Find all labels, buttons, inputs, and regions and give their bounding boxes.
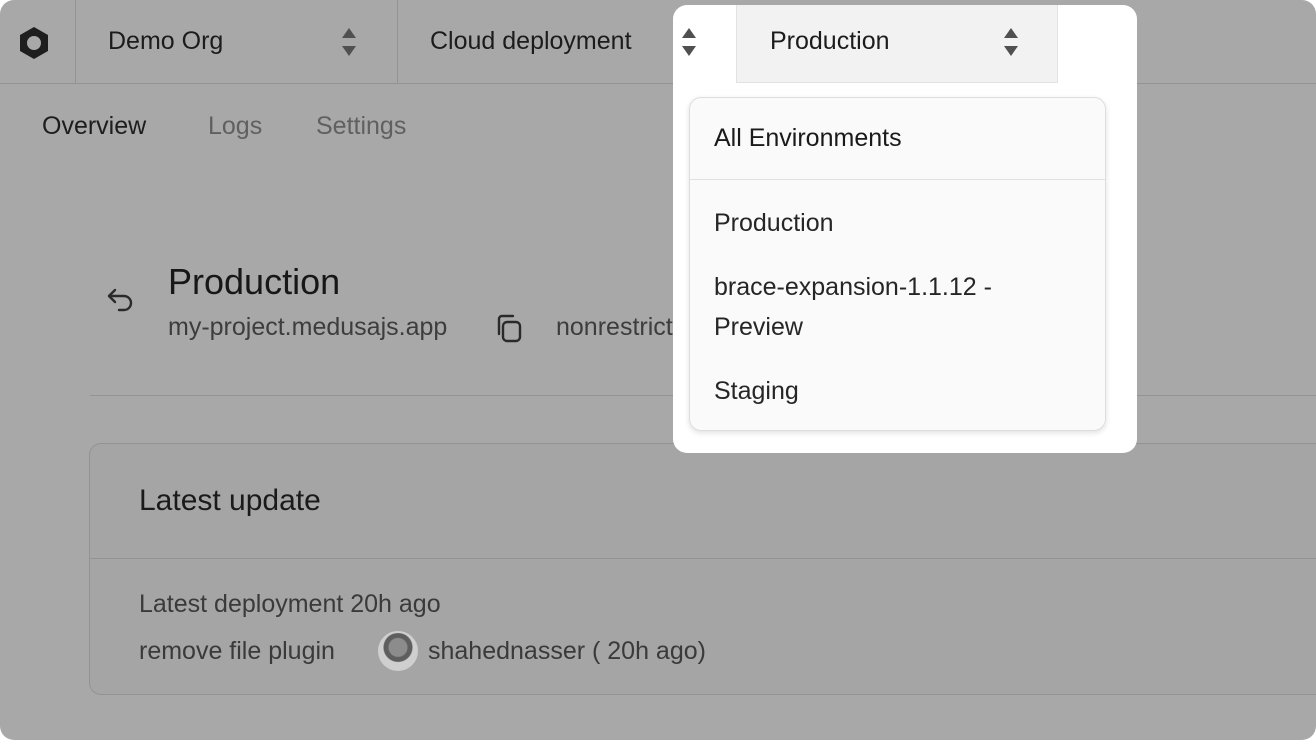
avatar — [378, 631, 418, 671]
commit-message: remove file plugin — [139, 637, 335, 665]
environment-switcher[interactable]: Production — [736, 5, 1058, 83]
menu-item-all-environments[interactable]: All Environments — [714, 124, 902, 153]
sort-updown-icon — [1004, 28, 1018, 56]
logo-cell[interactable] — [0, 0, 76, 83]
sort-updown-icon[interactable] — [680, 27, 698, 57]
environment-dropdown-menu: All Environments Production brace-expans… — [689, 97, 1106, 431]
app-frame: Demo Org Cloud deployment Overview Logs … — [0, 0, 1316, 740]
tab-overview[interactable]: Overview — [42, 112, 146, 141]
card-divider — [90, 558, 1316, 559]
medusa-logo-icon — [20, 27, 48, 59]
environment-access-flag: nonrestricted — [556, 313, 690, 341]
menu-item-preview[interactable]: brace-expansion-1.1.12 - Preview — [714, 267, 1074, 347]
menu-item-production[interactable]: Production — [714, 203, 1074, 243]
environment-domain: my-project.medusajs.app — [168, 313, 448, 341]
sort-updown-icon — [342, 28, 356, 56]
latest-update-card: Latest update Latest deployment 20h ago … — [89, 443, 1316, 695]
project-switcher[interactable]: Cloud deployment — [398, 0, 673, 83]
tab-settings[interactable]: Settings — [316, 112, 406, 141]
environment-title: Production — [168, 261, 341, 302]
menu-divider — [690, 179, 1105, 180]
environment-switcher-label: Production — [770, 27, 890, 55]
commit-author: shahednasser ( 20h ago) — [428, 637, 706, 665]
card-title: Latest update — [139, 484, 321, 517]
undo-arrow-icon[interactable] — [106, 286, 136, 312]
latest-deployment-text: Latest deployment 20h ago — [139, 590, 441, 618]
menu-item-staging[interactable]: Staging — [714, 371, 1074, 411]
org-switcher-label: Demo Org — [108, 27, 224, 55]
copy-icon[interactable] — [494, 313, 524, 343]
tab-logs[interactable]: Logs — [208, 112, 262, 141]
org-switcher[interactable]: Demo Org — [76, 0, 398, 83]
project-switcher-label: Cloud deployment — [430, 27, 632, 55]
